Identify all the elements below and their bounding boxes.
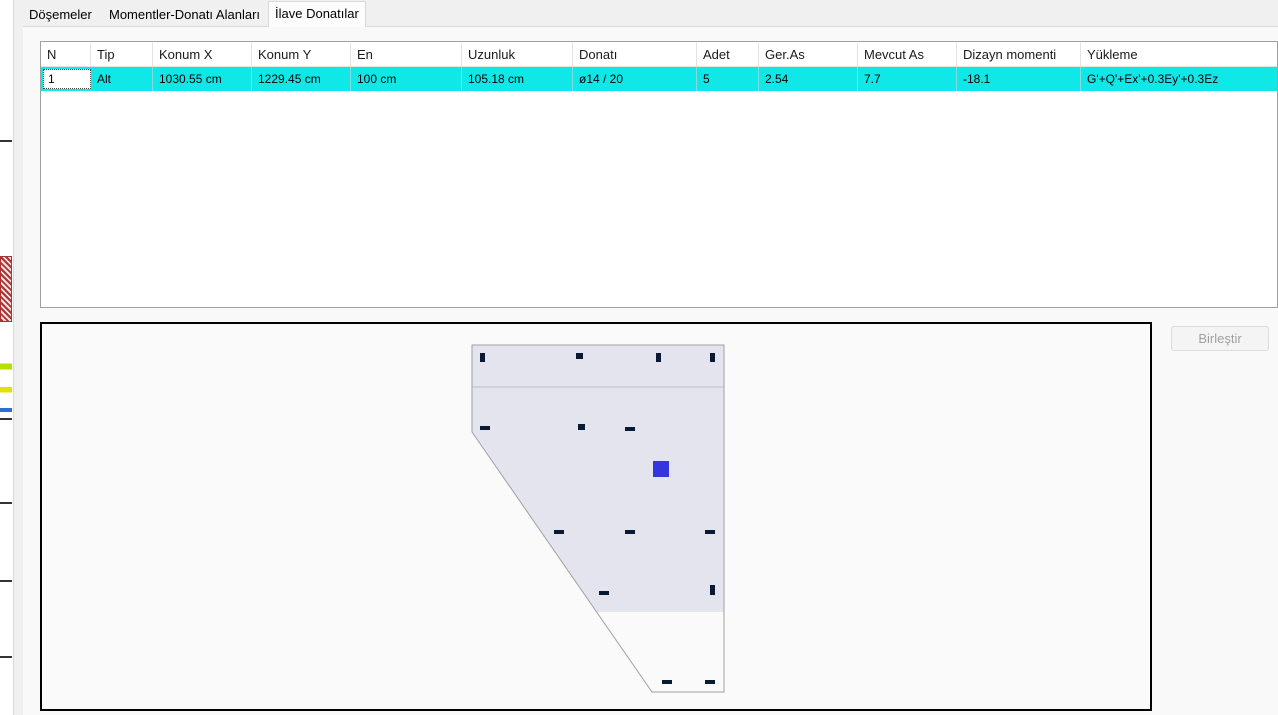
table-cell[interactable]: Alt: [91, 67, 153, 91]
column-header[interactable]: N: [41, 43, 91, 67]
column-header[interactable]: Donatı: [573, 43, 697, 67]
column-mark: [662, 680, 672, 684]
table-cell[interactable]: 100 cm: [351, 67, 462, 91]
column-header[interactable]: Dizayn momenti: [957, 43, 1081, 67]
table-cell[interactable]: 5: [697, 67, 759, 91]
column-header[interactable]: Tip: [91, 43, 153, 67]
slab-drawing: [471, 344, 725, 693]
table-header: N Tip Konum X Konum Y En Uzunluk Donatı Adet Ger…: [41, 43, 1277, 67]
edge-blue-line: [0, 408, 12, 412]
table-row[interactable]: 1 Alt 1030.55 cm 1229.45 cm 100 cm 105.18 cm ø…: [41, 67, 1277, 91]
column-header[interactable]: Yükleme: [1081, 43, 1277, 67]
column-mark: [625, 427, 635, 431]
table-cell[interactable]: -18.1: [957, 67, 1081, 91]
table-cell[interactable]: G'+Q'+Ex'+0.3Ey'+0.3Ez: [1081, 67, 1277, 91]
additional-rebar-table[interactable]: N Tip Konum X Konum Y En Uzunluk Donatı Adet Ger…: [40, 41, 1278, 308]
edge-colored-block: [0, 352, 12, 410]
column-mark: [710, 353, 715, 362]
column-mark: [576, 353, 583, 359]
table-cell[interactable]: 2.54: [759, 67, 858, 91]
tab-slabs[interactable]: Döşemeler: [23, 4, 98, 26]
column-header[interactable]: Konum Y: [252, 43, 351, 67]
edge-mark: [0, 656, 12, 658]
edge-hatch: [0, 256, 12, 322]
column-header[interactable]: Ger.As: [759, 43, 858, 67]
column-mark: [578, 424, 585, 430]
column-header[interactable]: Uzunluk: [462, 43, 573, 67]
table-cell[interactable]: ø14 / 20: [573, 67, 697, 91]
table-cell[interactable]: 7.7: [858, 67, 957, 91]
slab-drawing-canvas[interactable]: [40, 322, 1152, 711]
column-mark: [710, 585, 715, 595]
selected-rebar-marker[interactable]: [653, 461, 669, 477]
column-header[interactable]: Mevcut As: [858, 43, 957, 67]
tab-bar: Döşemeler Momentler-Donatı Alanları İlav…: [23, 0, 1278, 27]
column-mark: [705, 680, 715, 684]
column-mark: [625, 530, 635, 534]
column-mark: [599, 591, 609, 595]
column-mark: [480, 353, 485, 362]
column-header[interactable]: Konum X: [153, 43, 252, 67]
column-mark: [480, 426, 490, 430]
slab-region: [472, 345, 724, 612]
column-header[interactable]: Adet: [697, 43, 759, 67]
column-mark: [705, 530, 715, 534]
app-window: Döşemeler Momentler-Donatı Alanları İlav…: [0, 0, 1278, 715]
edge-mark: [0, 418, 12, 420]
edge-mark: [0, 502, 12, 504]
table-cell[interactable]: 105.18 cm: [462, 67, 573, 91]
column-header[interactable]: En: [351, 43, 462, 67]
table-cell[interactable]: 1229.45 cm: [252, 67, 351, 91]
table-cell[interactable]: 1030.55 cm: [153, 67, 252, 91]
edge-mark: [0, 140, 12, 142]
merge-button[interactable]: Birleştir: [1171, 326, 1269, 351]
column-mark: [656, 353, 661, 362]
background-app-edge: [0, 0, 14, 715]
tab-additional-rebars[interactable]: İlave Donatılar: [268, 1, 366, 27]
column-mark: [554, 530, 564, 534]
tab-moments-rebar-areas[interactable]: Momentler-Donatı Alanları: [103, 4, 267, 26]
edge-mark: [0, 580, 12, 582]
table-cell[interactable]: 1: [43, 69, 91, 89]
